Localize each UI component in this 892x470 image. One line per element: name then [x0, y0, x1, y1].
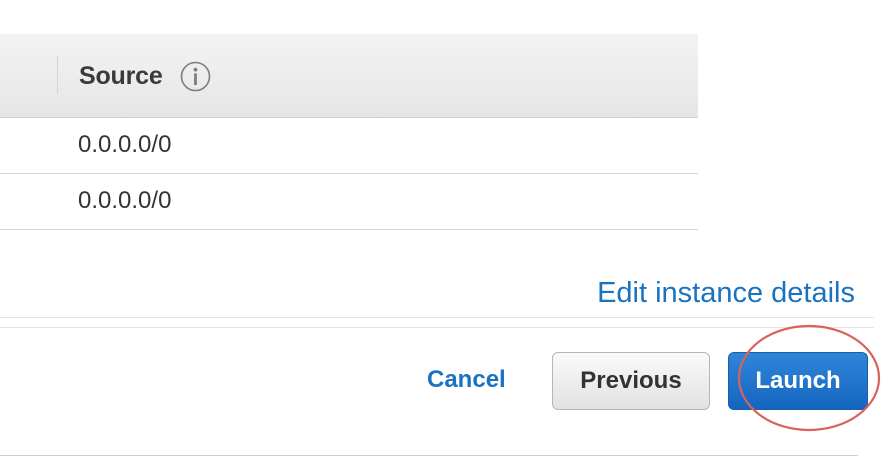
source-cell: 0.0.0.0/0	[78, 131, 172, 158]
divider	[0, 455, 858, 456]
divider	[0, 327, 874, 328]
edit-instance-details-link[interactable]: Edit instance details	[597, 277, 855, 310]
source-column-title: Source	[79, 61, 163, 90]
table-row: 0.0.0.0/0	[0, 174, 698, 230]
source-column-header: Source	[79, 58, 211, 94]
divider	[0, 317, 874, 318]
column-divider[interactable]	[57, 56, 58, 94]
table-row: 0.0.0.0/0	[0, 118, 698, 174]
source-cell: 0.0.0.0/0	[78, 187, 172, 214]
info-icon[interactable]	[180, 61, 211, 92]
previous-button[interactable]: Previous	[552, 352, 710, 410]
table-header: Source	[0, 34, 698, 118]
launch-button[interactable]: Launch	[728, 352, 868, 410]
cancel-button[interactable]: Cancel	[427, 366, 506, 394]
